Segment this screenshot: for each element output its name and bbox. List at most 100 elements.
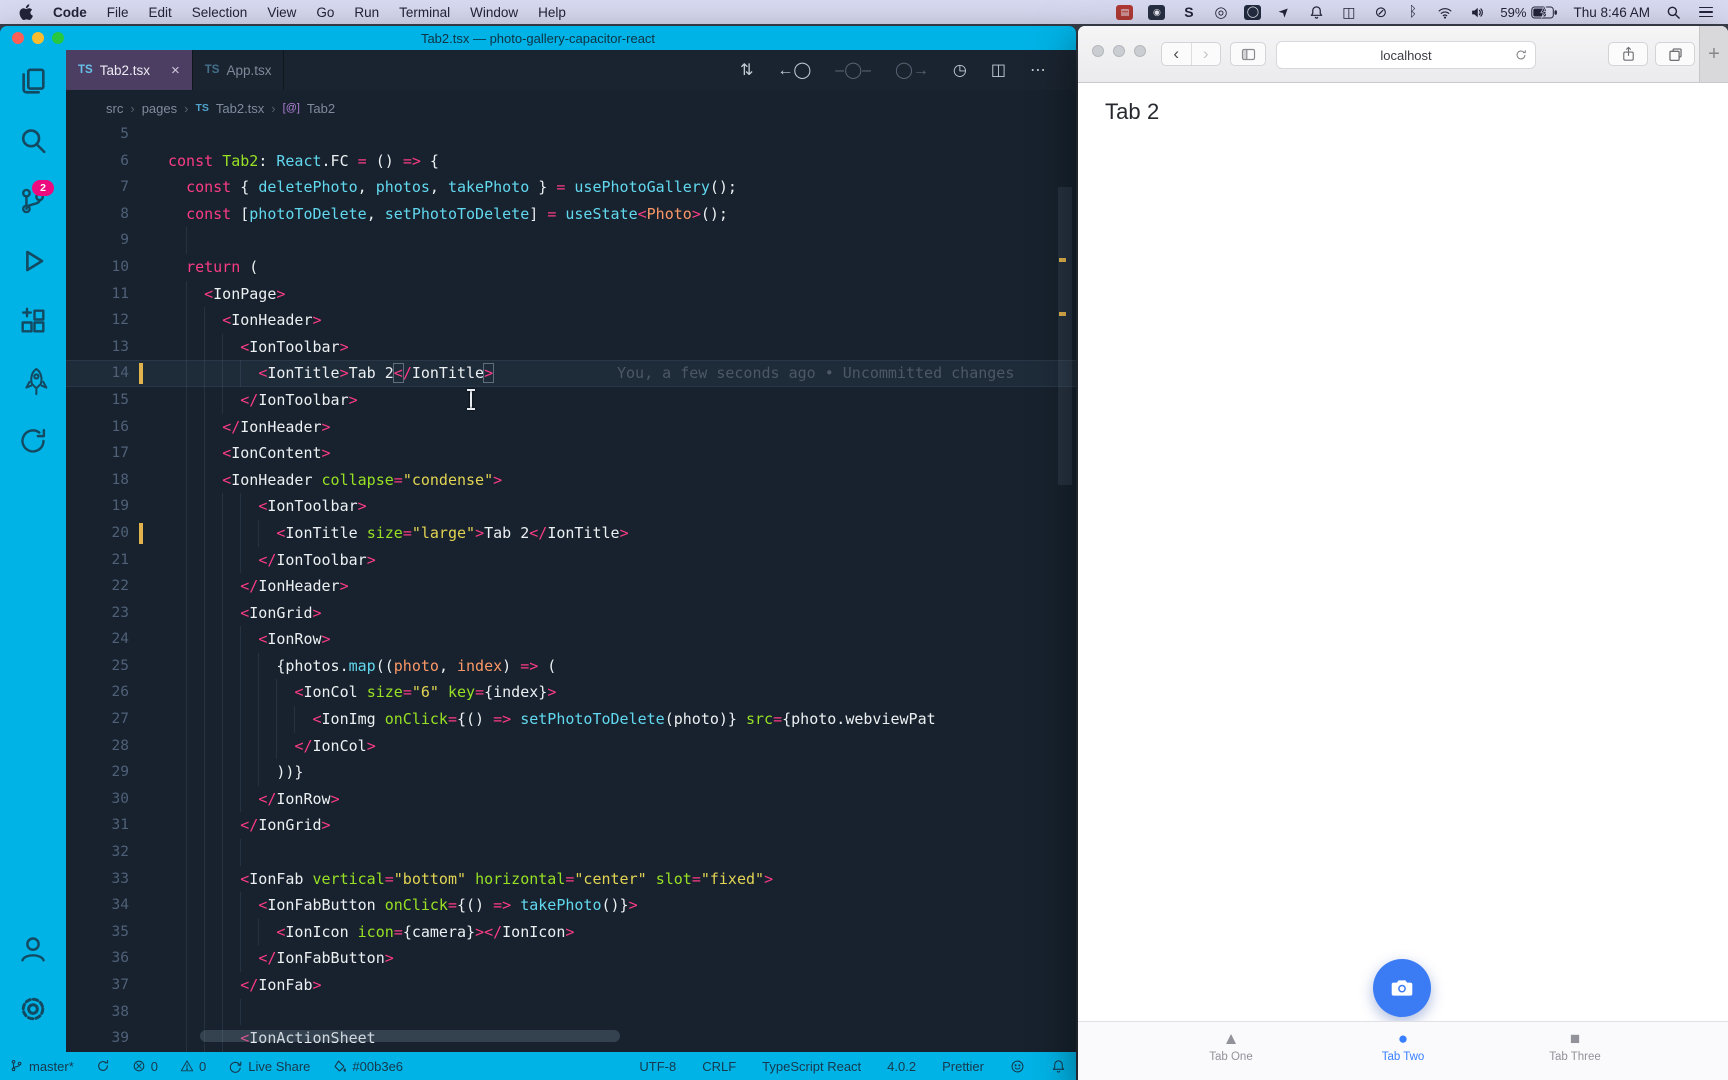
notifications-bell-icon[interactable] [1051, 1059, 1066, 1074]
feedback-icon[interactable] [1010, 1059, 1025, 1074]
open-changes-icon[interactable]: ⇅ [740, 60, 753, 80]
menu-item-terminal[interactable]: Terminal [389, 5, 460, 20]
previous-change-icon[interactable]: ←◯ [777, 60, 811, 80]
safari-window-controls[interactable] [1092, 45, 1146, 57]
do-not-disturb-icon[interactable]: ⊘ [1372, 4, 1389, 21]
battery-indicator[interactable]: 59% [1500, 5, 1558, 20]
code-line[interactable]: 23 <IonGrid> [66, 599, 1076, 627]
code-line[interactable]: 27 <IonImg onClick={() => setPhotoToDele… [66, 706, 1076, 733]
breadcrumb-item-pages[interactable]: pages [142, 101, 177, 116]
code-line[interactable]: 7 const { deletePhoto, photos, takePhoto… [66, 174, 1076, 201]
status-typescript-react[interactable]: TypeScript React [762, 1059, 861, 1074]
tab-app-tsx[interactable]: TS App.tsx [193, 50, 285, 90]
sidebar-item-settings[interactable] [16, 992, 50, 1026]
menu-item-run[interactable]: Run [344, 5, 389, 20]
sidebar-item-source-control[interactable]: 2 [16, 180, 54, 218]
menu-item-window[interactable]: Window [460, 5, 528, 20]
tab-tab-one[interactable]: ▲ Tab One [1145, 1022, 1317, 1063]
sidebar-item-live-share[interactable] [16, 424, 50, 458]
code-line[interactable]: 6 const Tab2: React.FC = () => { [66, 148, 1076, 175]
rocket-icon[interactable]: ➤ [1275, 2, 1293, 20]
code-line[interactable]: 11 <IonPage> [66, 280, 1076, 308]
menu-list-icon[interactable] [1697, 4, 1714, 21]
bluetooth-icon[interactable]: ᛒ [1404, 4, 1421, 21]
gutter-indicator-icon[interactable]: –◯– [835, 60, 871, 80]
menu-bar-clock[interactable]: Thu 8:46 AM [1573, 5, 1650, 20]
sidebar-button[interactable] [1230, 42, 1266, 66]
more-actions-icon[interactable]: ⋯ [1030, 60, 1046, 80]
status-0[interactable]: 0 [180, 1059, 206, 1074]
code-line[interactable]: 38 [66, 998, 1076, 1026]
code-line[interactable]: 28 </IonCol> [66, 732, 1076, 760]
wifi-icon[interactable] [1436, 4, 1453, 21]
sidebar-item-rocket[interactable] [16, 364, 50, 398]
minimize-window-button[interactable] [1113, 45, 1125, 57]
breadcrumb-item-src[interactable]: src [106, 101, 123, 116]
maximize-window-button[interactable] [52, 32, 64, 44]
code-line[interactable]: 5 [66, 126, 1076, 148]
sidebar-item-extensions[interactable] [16, 304, 50, 338]
code-line[interactable]: 29 ))} [66, 759, 1076, 786]
code-line[interactable]: 24 <IonRow> [66, 626, 1076, 653]
tab-overview-button[interactable] [1655, 42, 1695, 66]
horizontal-scrollbar[interactable] [200, 1030, 620, 1042]
address-bar[interactable]: localhost [1276, 41, 1536, 69]
code-line[interactable]: 31 </IonGrid> [66, 812, 1076, 840]
code-line[interactable]: 34 <IonFabButton onClick={() => takePhot… [66, 892, 1076, 919]
status-0[interactable]: 0 [132, 1059, 158, 1074]
target-icon[interactable]: ◎ [1212, 4, 1229, 21]
code-line[interactable]: 14 <IonTitle>Tab 2</IonTitle> You, a few … [66, 360, 1076, 387]
tab-tab2-tsx[interactable]: TS Tab2.tsx × [66, 50, 193, 90]
status-4-0-2[interactable]: 4.0.2 [887, 1059, 916, 1074]
window-controls[interactable] [12, 32, 64, 44]
vscode-title-bar[interactable]: Tab2.tsx — photo-gallery-capacitor-react [0, 26, 1076, 50]
code-line[interactable]: 16 </IonHeader> [66, 413, 1076, 441]
code-line[interactable]: 20 <IonTitle size="large">Tab 2</IonTitl… [66, 519, 1076, 547]
volume-icon[interactable] [1468, 4, 1485, 21]
code-line[interactable]: 8 const [photoToDelete, setPhotoToDelete… [66, 201, 1076, 228]
minimize-window-button[interactable] [32, 32, 44, 44]
code-line[interactable]: 22 </IonHeader> [66, 573, 1076, 600]
s-logo-icon[interactable]: S [1180, 4, 1197, 21]
video-icon[interactable]: ◉ [1148, 4, 1166, 21]
code-line[interactable]: 12 <IonHeader> [66, 307, 1076, 334]
next-change-icon[interactable]: ◯→ [895, 60, 929, 80]
menu-item-edit[interactable]: Edit [139, 5, 182, 20]
status-sync-icon[interactable] [96, 1059, 110, 1073]
menu-item-code[interactable]: Code [43, 5, 97, 20]
code-line[interactable]: 10 return ( [66, 254, 1076, 281]
code-line[interactable]: 35 <IonIcon icon={camera}></IonIcon> [66, 918, 1076, 946]
sidebar-item-account[interactable] [16, 932, 50, 966]
tab-tab-three[interactable]: ■ Tab Three [1489, 1022, 1661, 1063]
menu-item-file[interactable]: File [97, 5, 139, 20]
status-master-[interactable]: master* [10, 1059, 74, 1074]
status-prettier[interactable]: Prettier [942, 1059, 984, 1074]
code-line[interactable]: 37 </IonFab> [66, 972, 1076, 999]
timeline-icon[interactable]: ◷ [953, 60, 967, 80]
status--00b3e6[interactable]: #00b3e6 [332, 1059, 403, 1074]
forward-button[interactable]: › [1192, 43, 1221, 65]
code-line[interactable]: 18 <IonHeader collapse="condense"> [66, 466, 1076, 494]
code-line[interactable]: 30 </IonRow> [66, 785, 1076, 813]
menu-item-view[interactable]: View [257, 5, 306, 20]
sidebar-item-search[interactable] [16, 124, 50, 158]
close-tab-icon[interactable]: × [171, 62, 180, 79]
code-line[interactable]: 19 <IonToolbar> [66, 493, 1076, 520]
back-button[interactable]: ‹ [1162, 43, 1192, 65]
code-line[interactable]: 26 <IonCol size="6" key={index}> [66, 679, 1076, 707]
status-crlf[interactable]: CRLF [702, 1059, 736, 1074]
code-line[interactable]: 32 [66, 839, 1076, 866]
code-line[interactable]: 36 </IonFabButton> [66, 945, 1076, 972]
close-window-button[interactable] [1092, 45, 1104, 57]
film-icon[interactable]: ▤ [1116, 4, 1134, 21]
menu-item-help[interactable]: Help [528, 5, 576, 20]
sidebar-item-run-debug[interactable] [16, 244, 50, 278]
columns-icon[interactable]: ◫ [1340, 4, 1357, 21]
code-line[interactable]: 9 [66, 227, 1076, 254]
close-window-button[interactable] [12, 32, 24, 44]
search-icon[interactable] [1665, 4, 1682, 21]
new-tab-button[interactable]: + [1699, 26, 1728, 82]
code-line[interactable]: 33 <IonFab vertical="bottom" horizontal=… [66, 865, 1076, 893]
code-editor[interactable]: 5 6 const Tab2: React.FC = () => {7 const … [66, 126, 1076, 1052]
menu-item-go[interactable]: Go [306, 5, 344, 20]
